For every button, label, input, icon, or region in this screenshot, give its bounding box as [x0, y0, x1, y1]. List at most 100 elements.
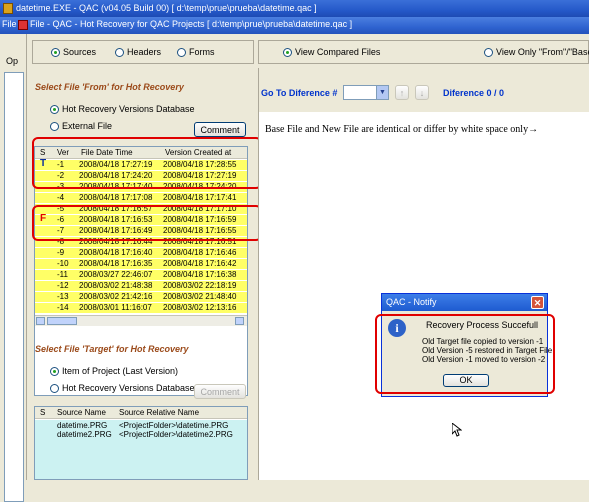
- view-only-label[interactable]: View Only "From"/"Base": [496, 47, 589, 57]
- col-source-name[interactable]: Source Name: [57, 408, 106, 417]
- cell-ver: -14: [57, 303, 69, 312]
- cell-created: 2008/04/18 17:16:38: [163, 270, 237, 279]
- target-section-title: Select File 'Target' for Hot Recovery: [35, 344, 189, 354]
- target-comment-button[interactable]: Comment: [194, 384, 246, 399]
- cell-fdt: 2008/03/02 21:48:38: [79, 281, 153, 290]
- app-title-bar: datetime.EXE - QAC (v04.05 Build 00) [ d…: [0, 0, 589, 18]
- cell-fdt: 2008/04/18 17:16:35: [79, 259, 153, 268]
- target-section: Select File 'Target' for Hot Recovery It…: [32, 336, 254, 480]
- view-options: View Compared Files View Only "From"/"Ba…: [258, 40, 589, 64]
- target-db-radio[interactable]: [50, 384, 59, 393]
- highlight-box-top: [32, 137, 262, 189]
- forms-label[interactable]: Forms: [189, 47, 215, 57]
- app-title: datetime.EXE - QAC (v04.05 Build 00) [ d…: [16, 3, 317, 13]
- cell-fdt: 2008/03/02 21:42:16: [79, 292, 153, 301]
- cell-ver: -13: [57, 292, 69, 301]
- from-db-label[interactable]: Hot Recovery Versions Database: [62, 104, 195, 114]
- sources-radio[interactable]: [51, 48, 60, 57]
- difference-counter: Diference 0 / 0: [443, 88, 505, 98]
- table-row[interactable]: -10 2008/04/18 17:16:35 2008/04/18 17:16:4…: [35, 259, 247, 269]
- source-relative: <ProjectFolder>\datetime.PRG: [119, 421, 229, 430]
- notify-title-bar: QAC - Notify ✕: [382, 294, 547, 311]
- info-icon: i: [388, 319, 406, 337]
- target-db-label[interactable]: Hot Recovery Versions Database: [62, 383, 195, 393]
- table-row[interactable]: datetime2.PRG <ProjectFolder>\datetime2.…: [35, 430, 247, 439]
- child-title: File - QAC - Hot Recovery for QAC Projec…: [30, 19, 353, 29]
- from-external-radio[interactable]: [50, 122, 59, 131]
- headers-label[interactable]: Headers: [127, 47, 161, 57]
- versions-grid-hscroll[interactable]: [35, 315, 247, 326]
- cell-fdt: 2008/04/18 17:16:40: [79, 248, 153, 257]
- cell-fdt: 2008/03/27 22:46:07: [79, 270, 153, 279]
- view-only-radio[interactable]: [484, 48, 493, 57]
- cell-created: 2008/03/02 21:48:40: [163, 292, 237, 301]
- next-difference-button[interactable]: ↓: [415, 85, 429, 100]
- table-row[interactable]: -9 2008/04/18 17:16:40 2008/04/18 17:16:46: [35, 248, 247, 258]
- headers-radio[interactable]: [115, 48, 124, 57]
- cell-created: 2008/04/18 17:16:42: [163, 259, 237, 268]
- side-panel-list[interactable]: [4, 72, 24, 502]
- close-icon[interactable]: ✕: [531, 296, 544, 309]
- diff-message: Base File and New File are identical or …: [265, 124, 539, 135]
- col-source-relative[interactable]: Source Relative Name: [119, 408, 199, 417]
- cell-ver: -4: [57, 193, 65, 202]
- sources-label[interactable]: Sources: [63, 47, 96, 57]
- from-db-radio[interactable]: [50, 105, 59, 114]
- from-section: Select File 'From' for Hot Recovery Hot …: [32, 68, 254, 396]
- forms-radio[interactable]: [177, 48, 186, 57]
- ok-button[interactable]: OK: [443, 374, 489, 387]
- highlight-box-mid: [32, 205, 262, 241]
- cell-created: 2008/03/02 12:13:16: [163, 303, 237, 312]
- cell-ver: -10: [57, 259, 69, 268]
- table-row[interactable]: -14 2008/03/01 11:16:07 2008/03/02 12:13:1…: [35, 303, 247, 313]
- table-row[interactable]: datetime.PRG <ProjectFolder>\datetime.PR…: [35, 421, 247, 430]
- goto-difference-label: Go To Diference #: [261, 88, 338, 98]
- target-item-label[interactable]: Item of Project (Last Version): [62, 366, 178, 376]
- arrow-down-icon: ↓: [419, 88, 425, 98]
- scroll-left-arrow[interactable]: [36, 317, 45, 325]
- notify-title: QAC - Notify: [386, 297, 437, 307]
- cell-fdt: 2008/04/18 17:17:08: [79, 193, 153, 202]
- cell-ver: -12: [57, 281, 69, 290]
- target-item-radio[interactable]: [50, 367, 59, 376]
- table-row[interactable]: -12 2008/03/02 21:48:38 2008/03/02 22:18:1…: [35, 281, 247, 291]
- sources-grid[interactable]: S Source Name Source Relative Name datet…: [34, 406, 248, 480]
- notify-line: Old Target file copied to version -1: [422, 337, 544, 346]
- cell-created: 2008/03/02 22:18:19: [163, 281, 237, 290]
- cell-created: 2008/04/18 17:16:46: [163, 248, 237, 257]
- source-name: datetime2.PRG: [57, 430, 112, 439]
- diff-toolbar: Go To Diference # ▼ ↑ ↓ Diference 0 / 0: [259, 68, 589, 112]
- view-compared-label[interactable]: View Compared Files: [295, 47, 380, 57]
- difference-select[interactable]: ▼: [343, 85, 389, 100]
- scroll-thumb[interactable]: [47, 317, 77, 325]
- from-section-title: Select File 'From' for Hot Recovery: [35, 82, 184, 92]
- cell-ver: -11: [57, 270, 68, 279]
- child-window-icon: [18, 20, 28, 30]
- sources-grid-header: S Source Name Source Relative Name: [35, 407, 247, 419]
- notify-line: Old Version -1 moved to version -2: [422, 355, 546, 364]
- scroll-right-arrow[interactable]: [235, 317, 244, 325]
- source-name: datetime.PRG: [57, 421, 108, 430]
- table-row[interactable]: -11 2008/03/27 22:46:07 2008/04/18 17:16:3…: [35, 270, 247, 280]
- col-s2[interactable]: S: [40, 408, 45, 417]
- side-panel-label: Op: [6, 56, 19, 66]
- menu-file[interactable]: File: [2, 19, 17, 29]
- child-title-bar: File File - QAC - Hot Recovery for QAC P…: [0, 17, 589, 34]
- app-icon: [3, 3, 13, 14]
- cell-fdt: 2008/03/01 11:16:07: [79, 303, 152, 312]
- source-tabs: Sources Headers Forms: [32, 40, 254, 64]
- mouse-cursor-icon: [452, 423, 462, 437]
- notify-heading: Recovery Process Succefull: [426, 320, 539, 330]
- arrow-up-icon: ↑: [399, 88, 405, 98]
- side-panel: Op: [0, 34, 27, 502]
- table-row[interactable]: -13 2008/03/02 21:42:16 2008/03/02 21:48:4…: [35, 292, 247, 302]
- chevron-down-icon[interactable]: ▼: [376, 86, 388, 99]
- prev-difference-button[interactable]: ↑: [395, 85, 409, 100]
- view-compared-radio[interactable]: [283, 48, 292, 57]
- notify-line: Old Version -5 restored in Target File: [422, 346, 553, 355]
- from-external-label[interactable]: External File: [62, 121, 112, 131]
- diff-panel: Go To Diference # ▼ ↑ ↓ Diference 0 / 0 …: [258, 68, 589, 480]
- table-row[interactable]: -4 2008/04/18 17:17:08 2008/04/18 17:17:41: [35, 193, 247, 203]
- cell-created: 2008/04/18 17:17:41: [163, 193, 237, 202]
- from-comment-button[interactable]: Comment: [194, 122, 246, 137]
